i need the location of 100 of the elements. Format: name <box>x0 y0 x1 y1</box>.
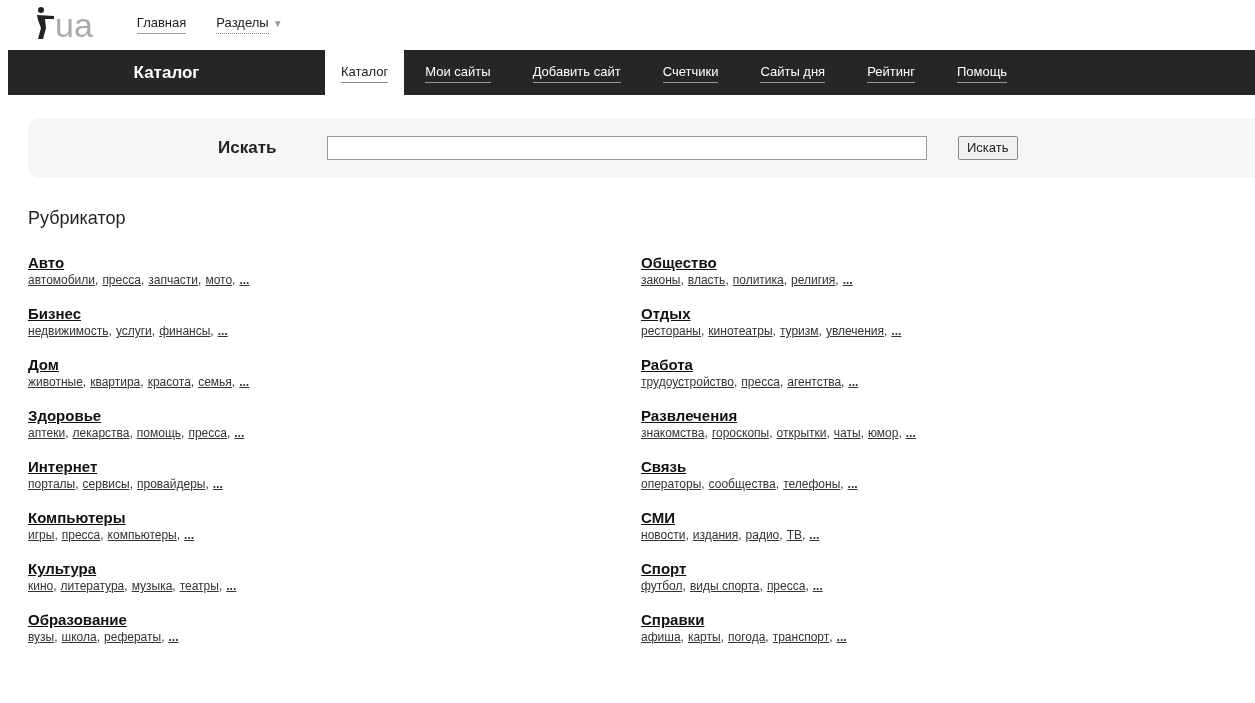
nav-tab[interactable]: Помощь <box>935 50 1029 95</box>
subcategory-link[interactable]: сервисы <box>82 476 130 492</box>
comma-separator: , <box>151 323 156 339</box>
comma-separator: , <box>725 272 729 288</box>
subcategory-link[interactable]: недвижимость <box>28 323 109 339</box>
subcategory-link[interactable]: карты <box>687 629 721 645</box>
more-link[interactable]: ... <box>842 272 853 288</box>
subcategory-link[interactable]: пресса <box>102 272 141 288</box>
category-link[interactable]: Здоровье <box>28 407 102 425</box>
nav-link[interactable]: Главная <box>136 12 187 34</box>
subcategory-link[interactable]: школа <box>61 629 97 645</box>
sections-dropdown[interactable]: Разделы <box>216 12 269 34</box>
comma-separator: , <box>140 374 144 390</box>
nav-tab[interactable]: Сайты дня <box>739 50 847 95</box>
category-link[interactable]: Дом <box>28 356 59 374</box>
comma-separator: , <box>685 527 689 543</box>
section-title: Каталог <box>133 61 200 84</box>
search-field[interactable] <box>327 136 927 160</box>
subcategory-link[interactable]: политика <box>732 272 784 288</box>
subcategory-link[interactable]: красота <box>147 374 191 390</box>
subcategory-link[interactable]: знакомства <box>641 425 705 441</box>
subcategory-link[interactable]: афиша <box>641 629 681 645</box>
comma-separator: , <box>210 323 214 339</box>
comma-separator: , <box>140 272 145 288</box>
subcategory-link[interactable]: автомобили <box>28 272 96 288</box>
more-link[interactable]: ... <box>212 476 223 492</box>
more-link[interactable]: ... <box>226 578 237 594</box>
subcategory-link[interactable]: сообщества <box>708 476 776 492</box>
subcategory-link[interactable]: трудоустройство <box>641 374 734 390</box>
more-link[interactable]: ... <box>812 578 823 594</box>
subcategory-link[interactable]: виды спорта <box>689 578 760 594</box>
subcategory-link[interactable]: туризм <box>779 323 819 339</box>
comma-separator: , <box>231 374 236 390</box>
nav-tab[interactable]: Счетчики <box>641 50 740 95</box>
more-link[interactable]: ... <box>809 527 820 543</box>
category-link[interactable]: Культура <box>28 560 97 578</box>
more-link[interactable]: ... <box>168 629 179 645</box>
nav-tab[interactable]: Каталог <box>325 50 405 95</box>
comma-separator: , <box>75 476 79 492</box>
more-link[interactable]: ... <box>891 323 902 339</box>
comma-separator: , <box>884 323 888 339</box>
subcategory-link[interactable]: законы <box>641 272 681 288</box>
more-link[interactable]: ... <box>217 323 228 339</box>
comma-separator: , <box>835 272 839 288</box>
subcategory-link[interactable]: пресса <box>741 374 780 390</box>
comma-separator: , <box>108 323 112 339</box>
more-link[interactable]: ... <box>234 425 245 441</box>
more-link[interactable]: ... <box>847 476 858 492</box>
category-link[interactable]: Развлечения <box>641 407 738 425</box>
subcategory-link[interactable]: увлечения <box>825 323 884 339</box>
category-link[interactable]: Работа <box>641 356 693 374</box>
comma-separator: , <box>682 578 686 594</box>
section-heading: Рубрикатор <box>28 207 127 230</box>
more-link[interactable]: ... <box>239 272 250 288</box>
category-link[interactable]: Бизнес <box>28 305 81 323</box>
subcategory-link[interactable]: компьютеры <box>107 527 177 543</box>
subcategory-link[interactable]: футбол <box>641 578 683 594</box>
category-link[interactable]: Интернет <box>28 458 98 476</box>
comma-separator: , <box>779 527 783 543</box>
category-link[interactable]: Образование <box>28 611 127 629</box>
subcategory-link[interactable]: кинотеатры <box>708 323 773 339</box>
comma-separator: , <box>765 629 769 645</box>
comma-separator: , <box>95 272 99 288</box>
comma-separator: , <box>840 476 844 492</box>
more-link[interactable]: ... <box>848 374 859 390</box>
subcategory-link[interactable]: ТВ <box>786 527 802 543</box>
nav-tab[interactable]: Добавить сайт <box>511 50 642 95</box>
more-link[interactable]: ... <box>836 629 847 645</box>
subcategory-link[interactable]: животные <box>28 374 83 390</box>
comma-separator: , <box>226 425 231 441</box>
subcategory-link[interactable]: семья <box>198 374 232 390</box>
comma-separator: , <box>775 476 780 492</box>
category-link[interactable]: Общество <box>641 254 717 272</box>
comma-separator: , <box>734 374 738 390</box>
comma-separator: , <box>161 629 165 645</box>
comma-separator: , <box>190 374 195 390</box>
category-link[interactable]: Справки <box>641 611 705 629</box>
more-link[interactable]: ... <box>905 425 916 441</box>
category-link[interactable]: Авто <box>28 254 65 272</box>
more-link[interactable]: ... <box>239 374 250 390</box>
comma-separator: , <box>54 629 58 645</box>
more-link[interactable]: ... <box>184 527 195 543</box>
subcategory-link[interactable]: пресса <box>188 425 227 441</box>
category-link[interactable]: СМИ <box>641 509 675 527</box>
search-button[interactable]: Искать <box>958 136 1018 160</box>
nav-tab[interactable]: Рейтинг <box>846 50 936 95</box>
subcategory-link[interactable]: чаты <box>833 425 861 441</box>
category-link[interactable]: Отдых <box>641 305 691 323</box>
subcategory-link[interactable]: рестораны <box>641 323 701 339</box>
category-link[interactable]: Связь <box>641 458 687 476</box>
subcategory-link[interactable]: услуги <box>115 323 152 339</box>
comma-separator: , <box>701 476 705 492</box>
subcategory-link[interactable]: транспорт <box>772 629 830 645</box>
category-link[interactable]: Спорт <box>641 560 687 578</box>
comma-separator: , <box>218 578 223 594</box>
subcategory-link[interactable]: запчасти <box>148 272 199 288</box>
nav-tab[interactable]: Мои сайты <box>404 50 512 95</box>
subcategory-link[interactable]: театры <box>179 578 219 594</box>
category-link[interactable]: Компьютеры <box>28 509 126 527</box>
comma-separator: , <box>680 629 684 645</box>
